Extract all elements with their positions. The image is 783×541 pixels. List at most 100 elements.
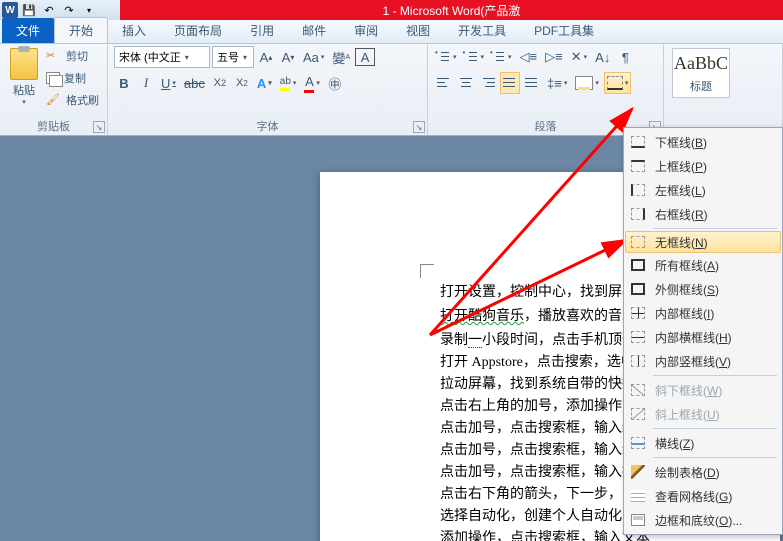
align-left-button[interactable] — [434, 72, 454, 94]
border-all-icon — [631, 259, 645, 271]
tab-view[interactable]: 视图 — [392, 18, 444, 43]
menu-border-outside[interactable]: 外侧框线(S) — [625, 277, 781, 301]
highlight-button[interactable]: ab▾ — [277, 72, 300, 94]
border-top-icon — [631, 160, 645, 172]
paste-button[interactable]: 粘贴 ▾ — [6, 46, 42, 106]
decrease-indent-button[interactable]: ◁≡ — [517, 46, 541, 68]
menu-border-right[interactable]: 右框线(R) — [625, 202, 781, 226]
menu-border-top[interactable]: 上框线(P) — [625, 154, 781, 178]
align-justify-button[interactable] — [500, 72, 520, 94]
align-right-icon — [481, 77, 495, 89]
scissors-icon: ✂ — [46, 49, 62, 63]
align-right-button[interactable] — [478, 72, 498, 94]
ribbon: 粘贴 ▾ ✂剪切 复制 🖌格式刷 剪贴板 ↘ 宋体 (中文正▾ 五号▾ A▴ A… — [0, 44, 783, 136]
tab-layout[interactable]: 页面布局 — [160, 18, 236, 43]
change-case-button[interactable]: Aa▾ — [300, 46, 327, 68]
font-color-button[interactable]: A▾ — [301, 72, 323, 94]
copy-button[interactable]: 复制 — [46, 68, 99, 88]
grow-font-button[interactable]: A▴ — [256, 46, 276, 68]
align-distribute-icon — [525, 77, 539, 89]
cut-button[interactable]: ✂剪切 — [46, 46, 99, 66]
menu-view-gridlines[interactable]: 查看网格线(G) — [625, 484, 781, 508]
border-none-icon — [631, 236, 645, 248]
borders-button[interactable]: ▾ — [604, 72, 632, 94]
align-left-icon — [437, 77, 451, 89]
align-distribute-button[interactable] — [522, 72, 542, 94]
menu-separator — [653, 428, 777, 429]
font-name-combo[interactable]: 宋体 (中文正▾ — [114, 46, 210, 68]
line-spacing-button[interactable]: ‡≡▾ — [544, 72, 570, 94]
text-effects-button[interactable]: A▾ — [254, 72, 275, 94]
enclose-char-button[interactable]: ㊥ — [325, 72, 345, 94]
shrink-font-button[interactable]: A▾ — [278, 46, 298, 68]
menu-border-left[interactable]: 左框线(L) — [625, 178, 781, 202]
align-center-button[interactable] — [456, 72, 476, 94]
copy-icon — [46, 72, 60, 84]
group-clipboard-label: 剪贴板 — [6, 119, 101, 135]
menu-separator — [653, 457, 777, 458]
menu-separator — [653, 375, 777, 376]
menu-draw-table[interactable]: 绘制表格(D) — [625, 460, 781, 484]
diag-down-icon — [631, 384, 645, 396]
style-preview-text: AaBbC — [674, 53, 728, 74]
tab-home[interactable]: 开始 — [54, 17, 108, 43]
tab-developer[interactable]: 开发工具 — [444, 18, 520, 43]
tab-review[interactable]: 审阅 — [340, 18, 392, 43]
asian-layout-button[interactable]: ✕▾ — [568, 46, 590, 68]
show-marks-button[interactable]: ¶ — [615, 46, 635, 68]
char-border-button[interactable]: A — [355, 48, 375, 66]
menu-border-all[interactable]: 所有框线(A) — [625, 253, 781, 277]
style-preview-label: 标题 — [690, 78, 712, 94]
tab-mailings[interactable]: 邮件 — [288, 18, 340, 43]
tab-references[interactable]: 引用 — [236, 18, 288, 43]
underline-button[interactable]: U▾ — [158, 72, 179, 94]
multilevel-button[interactable]: ▾ — [489, 46, 515, 68]
superscript-button[interactable]: X2 — [232, 72, 252, 94]
bullets-button[interactable]: ▾ — [434, 46, 460, 68]
grid-icon — [631, 490, 645, 502]
menu-border-inside[interactable]: 内部框线(I) — [625, 301, 781, 325]
font-launcher[interactable]: ↘ — [413, 121, 425, 133]
menu-separator — [653, 228, 777, 229]
group-paragraph: ▾ ▾ ▾ ◁≡ ▷≡ ✕▾ A↓ ¶ ‡≡▾ ▾ ▾ 段落 ↘ — [428, 44, 664, 135]
word-icon: W — [2, 2, 18, 18]
subscript-button[interactable]: X2 — [210, 72, 230, 94]
group-clipboard: 粘贴 ▾ ✂剪切 复制 🖌格式刷 剪贴板 ↘ — [0, 44, 108, 135]
menu-border-none[interactable]: 无框线(N) — [625, 231, 781, 253]
tab-pdf[interactable]: PDF工具集 — [520, 18, 608, 43]
border-icon — [607, 76, 623, 90]
menu-borders-dialog[interactable]: 边框和底纹(O)... — [625, 508, 781, 532]
menu-horizontal-line[interactable]: 横线(Z) — [625, 431, 781, 455]
phonetic-guide-button[interactable]: 變A — [329, 46, 353, 68]
group-styles: AaBbC 标题 — [664, 44, 783, 135]
pencil-icon — [631, 465, 645, 479]
title-bar: W 💾 ↶ ↷ ▾ 1 - Microsoft Word(产品激 — [0, 0, 783, 20]
menu-diag-up: 斜上框线(U) — [625, 402, 781, 426]
window-title: 1 - Microsoft Word(产品激 — [120, 0, 783, 20]
save-icon[interactable]: 💾 — [20, 1, 38, 19]
menu-border-inside-h[interactable]: 内部横框线(H) — [625, 325, 781, 349]
ribbon-tabs: 文件 开始 插入 页面布局 引用 邮件 审阅 视图 开发工具 PDF工具集 — [0, 20, 783, 44]
hline-icon — [631, 437, 645, 449]
border-inside-h-icon — [631, 331, 645, 343]
numbering-button[interactable]: ▾ — [462, 46, 488, 68]
menu-border-inside-v[interactable]: 内部竖框线(V) — [625, 349, 781, 373]
strikethrough-button[interactable]: abc — [181, 72, 208, 94]
increase-indent-button[interactable]: ▷≡ — [542, 46, 566, 68]
bold-button[interactable]: B — [114, 72, 134, 94]
menu-border-bottom[interactable]: 下框线(B) — [625, 130, 781, 154]
brush-icon: 🖌 — [46, 93, 62, 107]
sort-button[interactable]: A↓ — [592, 46, 613, 68]
italic-button[interactable]: I — [136, 72, 156, 94]
tab-insert[interactable]: 插入 — [108, 18, 160, 43]
dialog-icon — [631, 514, 645, 526]
format-painter-button[interactable]: 🖌格式刷 — [46, 90, 99, 110]
tab-file[interactable]: 文件 — [2, 18, 54, 43]
font-size-combo[interactable]: 五号▾ — [212, 46, 254, 68]
shading-button[interactable]: ▾ — [572, 72, 602, 94]
border-left-icon — [631, 184, 645, 196]
clipboard-launcher[interactable]: ↘ — [93, 121, 105, 133]
menu-diag-down: 斜下框线(W) — [625, 378, 781, 402]
style-heading-preview[interactable]: AaBbC 标题 — [672, 48, 730, 98]
margin-corner — [420, 264, 434, 278]
